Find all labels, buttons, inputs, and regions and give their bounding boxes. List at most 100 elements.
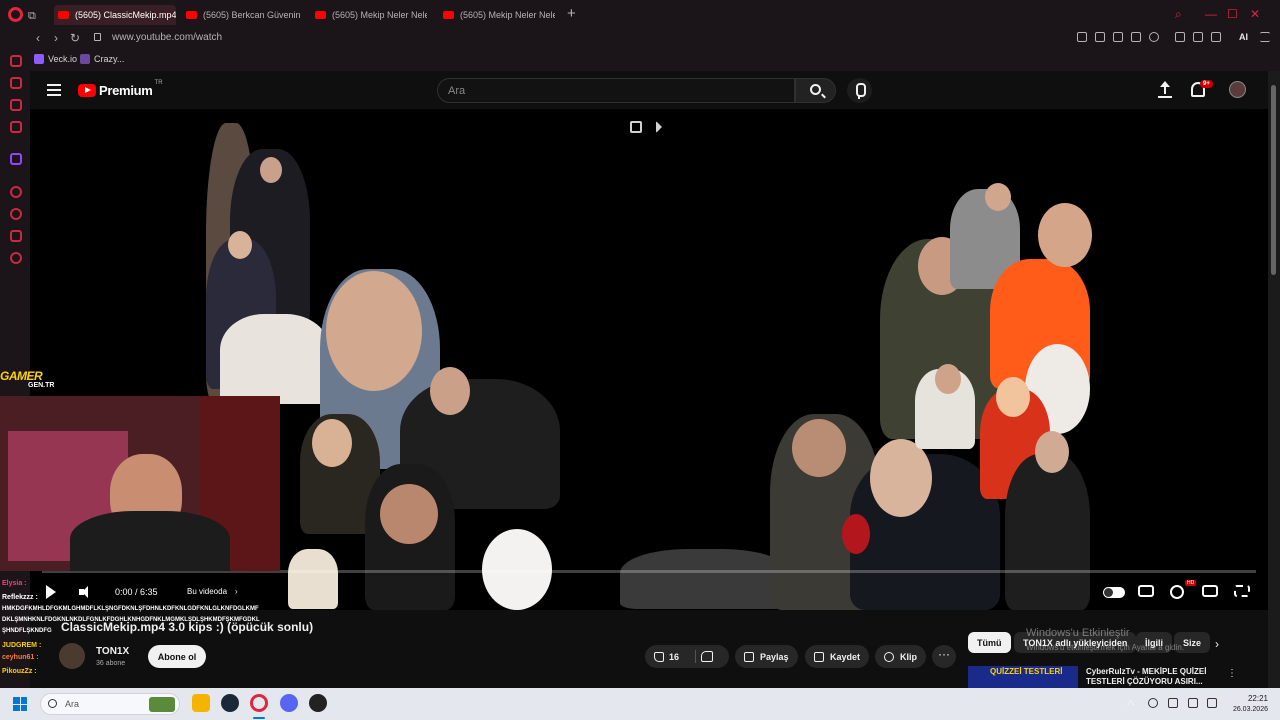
clock-time[interactable]: 22:21 (1228, 694, 1268, 703)
search-highlight-image (149, 697, 175, 712)
maximize-button[interactable]: ☐ (1227, 7, 1238, 21)
search-button[interactable] (795, 78, 836, 103)
taskbar-search[interactable]: Ara (40, 693, 180, 715)
extensions-icon[interactable] (1175, 32, 1185, 42)
chevron-right-icon[interactable]: › (1215, 637, 1219, 651)
history-icon[interactable] (10, 208, 22, 220)
save-button[interactable]: Kaydet (805, 645, 870, 668)
recommended-title[interactable]: CyberRulzTv - MEKİPLE QUİZEİ TESTLERİ ÇÖ… (1086, 667, 1221, 687)
recommended-thumbnail[interactable]: QUİZZEİ TESTLERİ (968, 666, 1078, 688)
tab-menu-icon[interactable]: ⧉ (28, 6, 42, 26)
player-icon[interactable] (10, 186, 22, 198)
subtitles-icon[interactable] (1138, 585, 1154, 597)
search-icon (810, 84, 821, 95)
upload-button[interactable] (1158, 81, 1172, 99)
discord-icon[interactable] (280, 694, 298, 712)
player-control-icon[interactable] (1131, 32, 1141, 42)
menu-icon[interactable] (1260, 32, 1270, 42)
channel-avatar[interactable] (59, 643, 85, 669)
snapshot-icon[interactable] (1095, 32, 1105, 42)
chat-message: JUDGREM : (2, 642, 41, 649)
brand-label: Premium (99, 83, 153, 98)
tab-mekip-2[interactable]: (5605) Mekip Neler Neler (443, 5, 555, 25)
bookmark-crazy[interactable]: Crazy... (80, 54, 124, 64)
clip-label: Klip (900, 651, 917, 662)
subscribe-button[interactable]: Abone ol (148, 645, 206, 668)
chat-icon[interactable] (10, 99, 22, 111)
thumbnail-text: QUİZZEİ TESTLERİ (990, 667, 1063, 676)
forward-icon[interactable]: › (54, 31, 58, 45)
more-actions-button[interactable]: ··· (932, 645, 956, 668)
download-icon[interactable] (1211, 32, 1221, 42)
opera-logo-icon[interactable] (8, 7, 23, 22)
theater-mode-icon[interactable] (1202, 585, 1218, 597)
chip-all[interactable]: Tümü (968, 632, 1011, 653)
chevron-up-icon[interactable]: ^ (1127, 698, 1137, 715)
chat-user: ceyhun61 : (2, 654, 39, 661)
new-tab-button[interactable]: + (567, 5, 576, 22)
url-field[interactable]: www.youtube.com/watch (112, 32, 222, 43)
autoplay-toggle[interactable] (1103, 587, 1125, 598)
settings-icon[interactable] (10, 252, 22, 264)
tab-mekip-1[interactable]: (5605) Mekip Neler Neler (315, 5, 427, 25)
volume-tray-icon[interactable] (1207, 698, 1217, 708)
address-bar: ‹ › ↻ www.youtube.com/watch AI (30, 29, 1280, 49)
search-tabs-icon[interactable]: ⌕ (1175, 7, 1182, 22)
youtube-logo[interactable]: Premium TR (78, 80, 163, 98)
network-tray-icon[interactable] (1148, 698, 1158, 708)
youtube-icon (315, 11, 326, 19)
tab-classicmekip[interactable]: (5605) ClassicMekip.mp4 (54, 5, 176, 25)
search-box (437, 78, 795, 103)
scrollbar-thumb[interactable] (1271, 85, 1276, 275)
chat-message: ceyhun61 : (2, 654, 39, 661)
shopping-icon[interactable] (10, 77, 22, 89)
channel-name[interactable]: TON1X (96, 646, 129, 657)
voice-search-button[interactable] (847, 78, 872, 103)
close-button[interactable]: ✕ (1250, 7, 1260, 21)
fullscreen-icon[interactable] (1234, 585, 1250, 597)
clock-date[interactable]: 26.03.2026 (1228, 706, 1268, 713)
tab-berkcan[interactable]: (5605) Berkcan Güvenin Y (186, 5, 303, 25)
vpn-icon[interactable] (1113, 32, 1123, 42)
like-button[interactable]: 16 (645, 645, 695, 668)
messenger-icon[interactable] (10, 55, 22, 67)
display-tray-icon[interactable] (1188, 698, 1198, 708)
clip-button[interactable]: Klip (875, 645, 926, 668)
more-vert-icon[interactable]: ⋮ (1227, 668, 1237, 679)
youtube-play-icon (78, 84, 96, 97)
bookmark-veckio[interactable]: Veck.io (34, 54, 77, 64)
github-icon[interactable] (309, 694, 327, 712)
thumbs-up-icon (654, 651, 664, 662)
easy-setup-icon[interactable] (1193, 32, 1203, 42)
page-scrollbar[interactable] (1268, 71, 1280, 688)
youtube-icon (58, 11, 69, 19)
windows-start-icon[interactable] (13, 697, 27, 711)
heart-icon[interactable] (1149, 32, 1159, 42)
search-input[interactable] (448, 83, 778, 99)
file-explorer-icon[interactable] (192, 694, 210, 712)
search-icon (48, 699, 57, 708)
tab-label: (5605) Berkcan Güvenin Y (203, 10, 303, 20)
settings-gear-icon[interactable] (1170, 585, 1184, 599)
steam-icon[interactable] (221, 694, 239, 712)
back-icon[interactable]: ‹ (36, 31, 40, 45)
video-title: ClassicMekip.mp4 3.0 kips :) (öpücük son… (61, 620, 314, 634)
pin-icon[interactable] (1077, 32, 1087, 42)
guide-menu-icon[interactable] (47, 84, 61, 96)
music-icon[interactable] (10, 121, 22, 133)
mic-tray-icon[interactable] (1168, 698, 1178, 708)
chat-message: Reflekzzz : (2, 594, 38, 601)
minimize-button[interactable]: — (1205, 7, 1217, 21)
account-avatar[interactable] (1229, 81, 1246, 98)
opera-browser-icon[interactable] (250, 694, 268, 712)
twitch-icon[interactable] (10, 153, 22, 165)
chat-message: Elysia : (2, 580, 27, 587)
tab-label: (5605) ClassicMekip.mp4 (75, 10, 176, 20)
thumbs-down-icon[interactable] (701, 651, 713, 662)
extensions-icon[interactable] (10, 230, 22, 242)
chat-message: HMKDGFKMHLDFGKMLGHMDFLKLŞNGFDKNLŞFDHNLKD… (2, 606, 259, 612)
share-button[interactable]: Paylaş (735, 645, 798, 668)
share-label: Paylaş (760, 651, 789, 662)
reload-icon[interactable]: ↻ (70, 31, 80, 45)
aria-ai-button[interactable]: AI (1239, 32, 1248, 42)
